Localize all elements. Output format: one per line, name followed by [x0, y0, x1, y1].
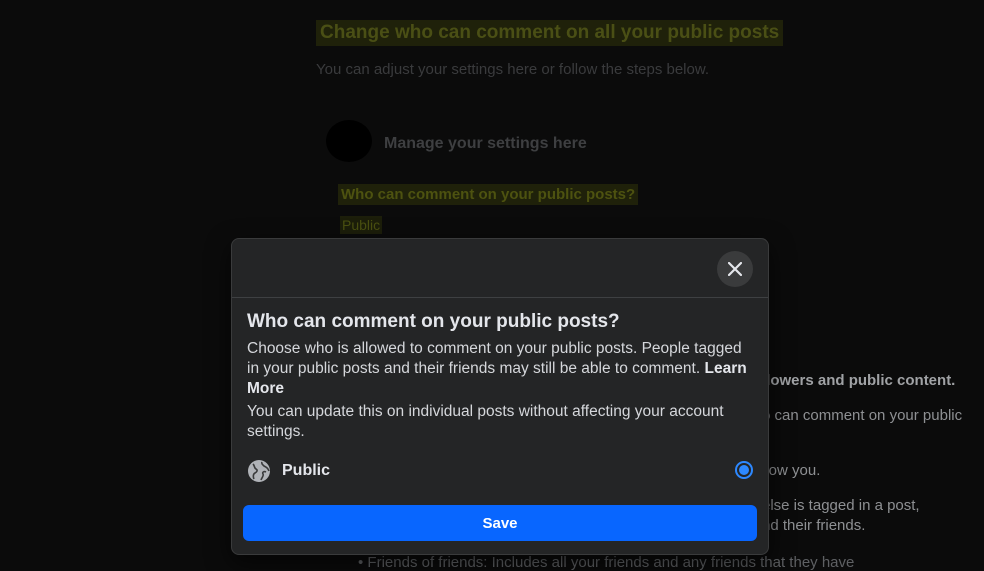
background-text-fragment: llowers and public content.	[762, 372, 956, 389]
background-bullet: • Friends of friends: Includes all your …	[358, 554, 855, 571]
dialog-header	[232, 239, 768, 298]
dialog-title: Who can comment on your public posts?	[247, 311, 620, 332]
setting-current-value: Public	[340, 216, 383, 234]
radio-selected-dot	[739, 465, 749, 475]
option-public[interactable]: Public	[247, 456, 753, 486]
page-title: Change who can comment on all your publi…	[316, 20, 784, 46]
dialog-body: Who can comment on your public posts? Ch…	[232, 298, 768, 486]
background-text-fragment: llow you.	[762, 462, 821, 479]
close-button[interactable]	[717, 251, 753, 287]
avatar	[326, 120, 372, 162]
dialog-note: You can update this on individual posts …	[247, 403, 724, 440]
dialog-description: Choose who is allowed to comment on your…	[247, 340, 747, 397]
background-text-fragment: nd their friends.	[762, 517, 866, 534]
close-icon	[728, 262, 742, 276]
setting-question[interactable]: Who can comment on your public posts?	[338, 184, 639, 205]
comment-settings-dialog: Who can comment on your public posts? Ch…	[231, 238, 769, 555]
radio-button[interactable]	[735, 461, 753, 479]
manage-settings-link[interactable]: Manage your settings here	[384, 135, 587, 153]
background-text-fragment: o can comment on your public	[762, 407, 963, 424]
background-text-fragment: else is tagged in a post,	[762, 497, 920, 514]
save-button[interactable]: Save	[243, 505, 757, 541]
page-subtitle: You can adjust your settings here or fol…	[316, 61, 710, 78]
option-label: Public	[282, 462, 331, 479]
globe-icon	[248, 460, 270, 482]
